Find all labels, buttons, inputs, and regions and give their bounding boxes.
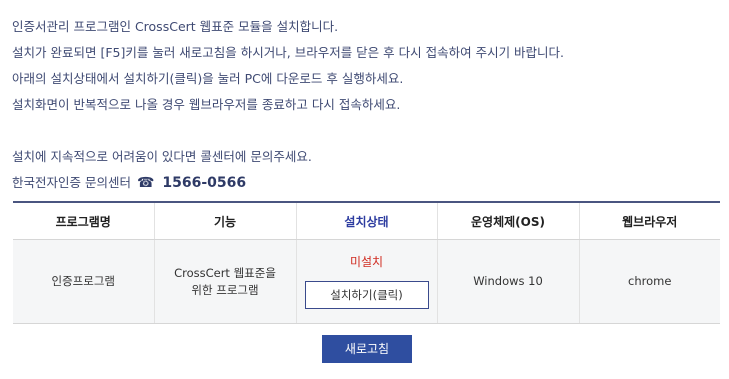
cell-program-name: 인증프로그램: [13, 239, 154, 324]
table-header-row: 프로그램명 기능 설치상태 운영체제(OS) 웹브라우저: [13, 201, 720, 240]
intro-line: 아래의 설치상태에서 설치하기(클릭)을 눌러 PC에 다운로드 후 실행하세요…: [12, 71, 404, 86]
header-function: 기능: [153, 201, 296, 240]
support-notice: 설치에 지속적으로 어려움이 있다면 콜센터에 문의주세요.: [12, 149, 312, 164]
cell-os: Windows 10: [436, 239, 579, 324]
header-os: 운영체제(OS): [436, 201, 579, 240]
intro-line: 설치화면이 반복적으로 나올 경우 웹브라우저를 종료하고 다시 접속하세요.: [12, 97, 401, 112]
intro-section: 인증서관리 프로그램인 CrossCert 웹표준 모듈을 설치합니다. 설치가…: [12, 14, 722, 196]
intro-line: 설치가 완료되면 [F5]키를 눌러 새로고침을 하시거나, 브라우저를 닫은 …: [12, 45, 565, 60]
install-button[interactable]: 설치하기(클릭): [304, 281, 429, 309]
header-program-name: 프로그램명: [13, 201, 154, 240]
header-browser: 웹브라우저: [578, 201, 720, 240]
function-line: 위한 프로그램: [191, 282, 259, 297]
cell-function: CrossCert 웹표준을 위한 프로그램: [153, 239, 296, 324]
status-badge: 미설치: [349, 255, 384, 269]
header-install-status: 설치상태: [295, 201, 437, 240]
cell-install-status: 미설치 설치하기(클릭): [295, 239, 437, 324]
install-status-table: 프로그램명 기능 설치상태 운영체제(OS) 웹브라우저 인증프로그램 Cros…: [13, 201, 720, 324]
support-center-label: 한국전자인증 문의센터: [12, 175, 131, 190]
table-row: 인증프로그램 CrossCert 웹표준을 위한 프로그램 미설치 설치하기(클…: [13, 239, 720, 324]
telephone-icon: ☎: [136, 175, 155, 191]
cell-browser: chrome: [578, 239, 720, 324]
support-phone-number: 1566-0566: [162, 175, 247, 191]
intro-line: 인증서관리 프로그램인 CrossCert 웹표준 모듈을 설치합니다.: [12, 19, 339, 34]
support-contact: 한국전자인증 문의센터 ☎ 1566-0566: [12, 170, 722, 196]
refresh-button[interactable]: 새로고침: [322, 335, 412, 363]
function-line: CrossCert 웹표준을: [174, 265, 276, 280]
